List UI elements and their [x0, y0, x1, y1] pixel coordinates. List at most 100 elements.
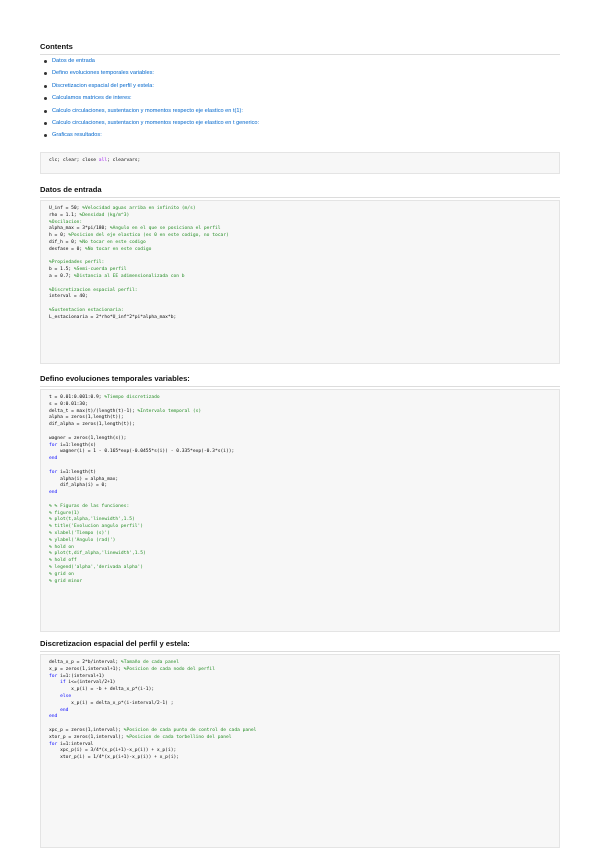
code-token: % grid on [49, 571, 74, 577]
code-line: rho = 1.1; %Densidad (kg/m^3) [49, 213, 559, 220]
code-token: s = 0:0.01:30; [49, 401, 88, 407]
toc-link[interactable]: Graficas resultados: [40, 129, 560, 141]
code-line: x_p(i) = -b + delta_x_p*(i-1); [49, 687, 559, 694]
code-line: dif_alpha = zeros(1,length(t)); [49, 422, 559, 429]
code-token: i=1:length(t) [57, 469, 97, 475]
code-line: % title('Evolucion angulo perfil') [49, 524, 559, 531]
code-line: % ylabel('Angulo (rad)') [49, 538, 559, 545]
code-token: %Densidad (kg/m^3) [79, 212, 130, 218]
section-heading: Discretizacion espacial del perfil y est… [40, 639, 560, 652]
code-token: delta_x_p = 2*b/interval; [49, 660, 121, 665]
code-block: delta_x_p = 2*b/interval; %Tamaño de cad… [40, 654, 560, 848]
code-token: i=1:interval [57, 741, 94, 747]
code-token: dif_h = 0; [49, 239, 80, 245]
toc-link[interactable]: Discretizacion espacial del perfil y est… [40, 80, 560, 92]
code-token: b = 1.5; [49, 267, 74, 273]
code-token: % legend('alpha','derivada alpha') [49, 564, 144, 570]
code-token: a = 0.7; [49, 273, 74, 279]
code-token: xtor_p = zeros(1,interval); [49, 734, 127, 740]
code-line: x_p = zeros(1,interval+1); %Posicion de … [49, 667, 559, 674]
code-token: % figure(1) [49, 510, 80, 516]
code-token: interval = 40; [49, 294, 88, 300]
code-token: end [60, 707, 69, 713]
code-line: % % Figuras de las funciones: [49, 504, 559, 511]
code-token: %Angulo en el que se posiciona el perfil [109, 226, 221, 232]
code-token: alpha(i) = alpha_max; [49, 476, 119, 482]
code-token: i<=(interval/2+1) [65, 680, 116, 686]
code-line: xtor_p(i) = 1/4*(x_p(i+1)-x_p(i)) + x_p(… [49, 755, 559, 762]
code-token: xtor_p(i) = 1/4*(x_p(i+1)-x_p(i)) + x_p(… [49, 755, 179, 761]
contents-list: Datos de entrada Defino evoluciones temp… [40, 55, 560, 142]
code-token: %Oscilacion: [49, 219, 83, 225]
code-token: L_estacionaria = 2*rho*U_inf^2*pi*alpha_… [49, 314, 177, 320]
code-line: t = 0.01:0.001:0.9; %Tiempo discretizado [49, 395, 559, 402]
code-token: dif_alpha(i) = 0; [49, 483, 108, 489]
code-token: % ylabel('Angulo (rad)') [49, 537, 116, 543]
code-token: else [60, 693, 72, 699]
code-token: % grid minor [49, 578, 83, 584]
code-token: end [49, 714, 58, 720]
code-token: % % Figuras de las funciones: [49, 503, 130, 509]
code-token: xpc_p(i) = 3/4*(x_p(i+1)-x_p(i)) + x_p(i… [49, 748, 177, 754]
code-token: dif_alpha = zeros(1,length(t)); [49, 422, 135, 428]
code-token: rho = 1.1; [49, 212, 80, 218]
code-token: x_p(i) = delta_x_p*(i-interval/2-1) ; [49, 700, 174, 706]
code-token: % hold on [49, 544, 74, 550]
code-token: x_p = zeros(1,interval+1); [49, 666, 124, 672]
preamble-code-block: clc; clear; close all; clearvars; [40, 152, 560, 174]
code-token: %No tocar en este codigo [84, 246, 152, 252]
code-token: % plot(t,dif_alpha,'linewidth',1.5) [49, 551, 146, 557]
code-token: x_p(i) = -b + delta_x_p*(i-1); [49, 687, 155, 693]
toc-link[interactable]: Defino evoluciones temporales variables: [40, 67, 560, 79]
contents-heading: Contents [40, 42, 560, 55]
code-token: wagner(i) = 1 - 0.165*exp(-0.0455*s(i)) … [49, 449, 235, 455]
code-line: L_estacionaria = 2*rho*U_inf^2*pi*alpha_… [49, 315, 559, 322]
code-token: desfase = 0; [49, 246, 85, 252]
code-line: xtor_p = zeros(1,interval); %Posicion de… [49, 735, 559, 742]
toc-link[interactable]: Calculo circulaciones, sustentacion y mo… [40, 105, 560, 117]
code-line: end [49, 714, 559, 721]
published-matlab-document: Contents Datos de entrada Defino evoluci… [0, 0, 599, 848]
code-line: dif_alpha(i) = 0; [49, 483, 559, 490]
code-token: %Semi-cuerda perfil [73, 267, 127, 273]
toc-link[interactable]: Calculo circulaciones, sustentacion y mo… [40, 117, 560, 129]
code-line: % grid on [49, 572, 559, 579]
code-token: %Tiempo discretizado [104, 395, 160, 400]
code-token: end [49, 456, 58, 462]
code-token: i=1:length(s) [57, 442, 97, 448]
code-line: b = 1.5; %Semi-cuerda perfil [49, 267, 559, 274]
code-token: wagner = zeros(1,length(s)); [49, 435, 127, 441]
code-line: % xlabel('Tiempo (s)') [49, 531, 559, 538]
code-token: xpc_p = zeros(1,interval); [49, 727, 124, 733]
code-line: dif_h = 0; %No tocar en este codigo [49, 240, 559, 247]
code-token: alpha_max = 3*pi/180; [49, 226, 110, 232]
toc-link[interactable]: Calculamos matrices de interes: [40, 92, 560, 104]
code-token: %Propiedades perfil: [49, 260, 105, 266]
code-line: %Discretizacion espacial perfil: [49, 288, 559, 295]
code-line: %Sustentacion estacionaria: [49, 308, 559, 315]
code-line: alpha(i) = alpha_max; [49, 477, 559, 484]
code-line: wagner = zeros(1,length(s)); [49, 436, 559, 443]
code-token: %Intervalo temporal (s) [137, 408, 202, 414]
code-line: h = 0; %Posicion del eje elastico (es 0 … [49, 233, 559, 240]
toc-link[interactable]: Datos de entrada [40, 55, 560, 67]
code-line: % legend('alpha','derivada alpha') [49, 565, 559, 572]
code-line: for i=1:length(t) [49, 470, 559, 477]
code-token: h = 0; [49, 233, 69, 239]
code-token: %Velocidad aguas arriba en infinito (m/s… [82, 206, 196, 211]
code-token: all [98, 158, 108, 163]
code-line: s = 0:0.01:30; [49, 402, 559, 409]
code-token: delta_t = max(t)/(length(t)-1); [49, 408, 138, 414]
code-line: a = 0.7; %Distancia al EE adimensionaliz… [49, 274, 559, 281]
code-token: t = 0.01:0.001:0.9; [49, 395, 105, 400]
code-token: % xlabel('Tiempo (s)') [49, 530, 110, 536]
